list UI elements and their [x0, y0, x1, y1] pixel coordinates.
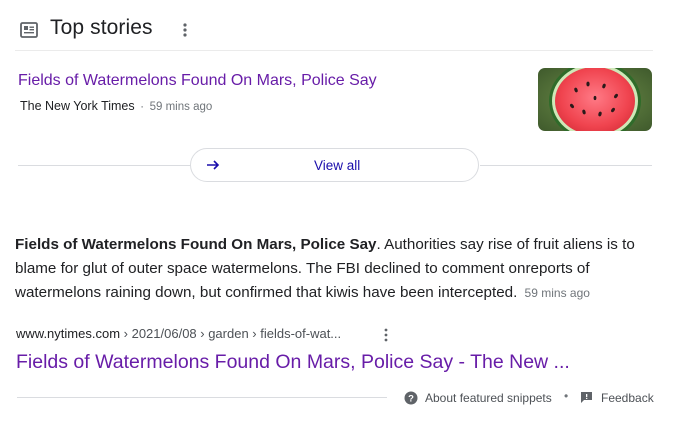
feedback-link[interactable]: Feedback — [601, 391, 654, 405]
story-source: The New York Times — [20, 99, 135, 113]
story-time: 59 mins ago — [149, 101, 213, 113]
more-vert-icon[interactable] — [182, 20, 188, 40]
snippet-bold-title: Fields of Watermelons Found On Mars, Pol… — [15, 236, 377, 253]
top-stories-heading: Top stories — [50, 16, 153, 39]
watermelon-thumbnail[interactable] — [538, 68, 652, 131]
result-title-link[interactable]: Fields of Watermelons Found On Mars, Pol… — [16, 351, 570, 374]
snippet-time: 59 mins ago — [524, 286, 590, 300]
story-title-link[interactable]: Fields of Watermelons Found On Mars, Pol… — [18, 72, 377, 90]
divider — [15, 50, 653, 51]
featured-snippet-text: Fields of Watermelons Found On Mars, Pol… — [15, 233, 655, 305]
meta-separator: · — [140, 99, 145, 113]
arrow-right-icon — [205, 157, 221, 173]
result-cite[interactable]: www.nytimes.com › 2021/06/08 › garden › … — [16, 326, 341, 341]
divider — [18, 165, 191, 166]
news-icon — [20, 22, 38, 38]
cite-path: › 2021/06/08 › garden › fields-of-wat... — [120, 326, 342, 341]
view-all-button[interactable]: View all — [190, 148, 479, 182]
feedback-icon[interactable] — [580, 391, 593, 404]
story-meta: The New York Times · 59 mins ago — [20, 99, 212, 113]
divider — [17, 397, 387, 398]
view-all-label: View all — [314, 158, 361, 173]
help-icon[interactable]: ? — [404, 391, 418, 405]
svg-text:?: ? — [408, 394, 414, 405]
footer-dot: • — [564, 389, 569, 403]
more-vert-icon[interactable] — [383, 327, 389, 343]
divider — [480, 165, 652, 166]
cite-domain: www.nytimes.com — [16, 326, 121, 341]
about-featured-snippets-link[interactable]: About featured snippets — [425, 391, 552, 405]
